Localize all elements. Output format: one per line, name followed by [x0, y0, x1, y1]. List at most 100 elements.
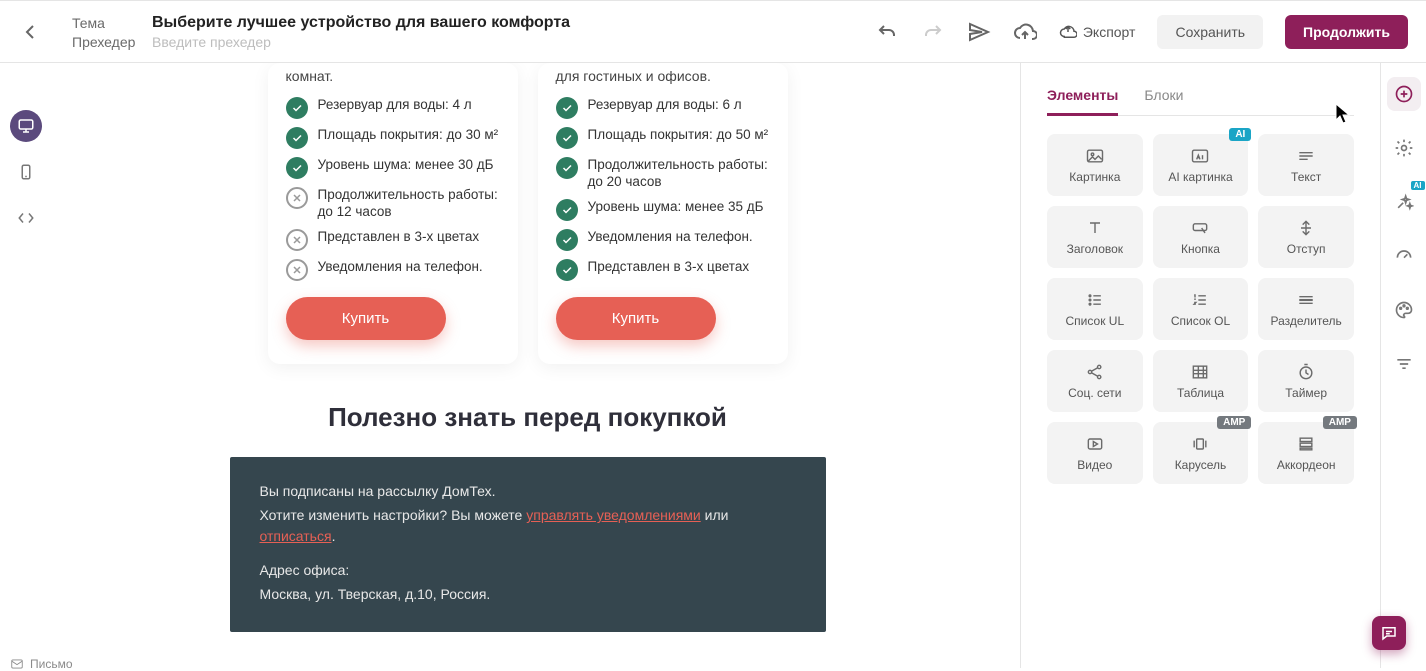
- check-icon: [286, 97, 308, 119]
- element-video[interactable]: Видео: [1047, 422, 1143, 484]
- video-icon: [1085, 434, 1105, 454]
- ol-icon: [1190, 290, 1210, 310]
- theme-button[interactable]: [1387, 293, 1421, 327]
- bottom-hint: Письмо: [10, 657, 73, 671]
- heading-icon: [1085, 218, 1105, 238]
- email-canvas[interactable]: комнат. Резервуар для воды: 4 л Площадь …: [55, 63, 1000, 668]
- redo-button: [921, 20, 945, 44]
- cross-icon: [286, 229, 308, 251]
- button-icon: [1190, 218, 1210, 238]
- element-spacer[interactable]: Отступ: [1258, 206, 1354, 268]
- card2-buy-button[interactable]: Купить: [556, 297, 716, 340]
- card2-feat-6: Представлен в 3-х цветах: [556, 258, 770, 281]
- timer-icon: [1296, 362, 1316, 382]
- element-ol[interactable]: Список OL: [1153, 278, 1249, 340]
- ul-icon: [1085, 290, 1105, 310]
- cloud-upload-icon[interactable]: [1013, 20, 1037, 44]
- element-timer[interactable]: Таймер: [1258, 350, 1354, 412]
- subject-block: Тема Выберите лучшее устройство для ваше…: [72, 14, 570, 50]
- cross-icon: [286, 187, 308, 209]
- email-page: комнат. Резервуар для воды: 4 л Площадь …: [56, 63, 1000, 632]
- ai-image-icon: [1190, 146, 1210, 166]
- sidebar-tabs: Элементы Блоки: [1047, 77, 1354, 116]
- element-table[interactable]: Таблица: [1153, 350, 1249, 412]
- card1-desc: комнат.: [286, 63, 500, 86]
- element-accordion[interactable]: AMP Аккордеон: [1258, 422, 1354, 484]
- send-test-button[interactable]: [967, 20, 991, 44]
- card2-desc: для гостиных и офисов.: [556, 63, 770, 86]
- product-card-2: для гостиных и офисов. Резервуар для вод…: [538, 63, 788, 364]
- element-heading[interactable]: Заголовок: [1047, 206, 1143, 268]
- view-desktop-button[interactable]: [10, 110, 42, 142]
- export-button[interactable]: Экспорт: [1059, 23, 1136, 41]
- card2-feat-2: Площадь покрытия: до 50 м²: [556, 126, 770, 149]
- subject-label: Тема: [72, 15, 132, 31]
- element-social[interactable]: Соц. сети: [1047, 350, 1143, 412]
- card1-feat-1: Резервуар для воды: 4 л: [286, 96, 500, 119]
- product-card-1: комнат. Резервуар для воды: 4 л Площадь …: [268, 63, 518, 364]
- check-icon: [556, 259, 578, 281]
- footer-address: Москва, ул. Тверская, д.10, Россия.: [260, 584, 796, 604]
- card1-feat-4: Продолжительность работы: до 12 часов: [286, 186, 500, 221]
- continue-button[interactable]: Продолжить: [1285, 15, 1408, 49]
- tab-blocks[interactable]: Блоки: [1144, 77, 1183, 115]
- undo-button[interactable]: [875, 20, 899, 44]
- card1-feat-3: Уровень шума: менее 30 дБ: [286, 156, 500, 179]
- product-cards-row: комнат. Резервуар для воды: 4 л Площадь …: [56, 63, 1000, 364]
- card2-feat-3: Продолжительность работы: до 20 часов: [556, 156, 770, 191]
- chat-button[interactable]: [1372, 616, 1406, 650]
- card1-feat-2: Площадь покрытия: до 30 м²: [286, 126, 500, 149]
- preheader-input[interactable]: Введите прехедер: [152, 34, 271, 50]
- speed-button[interactable]: [1387, 239, 1421, 273]
- footer-line-2: Хотите изменить настройки? Вы можете упр…: [260, 505, 796, 546]
- card1-feat-5: Представлен в 3-х цветах: [286, 228, 500, 251]
- footer-line-1: Вы подписаны на рассылку ДомТех.: [260, 481, 796, 501]
- card2-feat-4: Уровень шума: менее 35 дБ: [556, 198, 770, 221]
- unsubscribe-link[interactable]: отписаться: [260, 528, 332, 544]
- check-icon: [556, 157, 578, 179]
- element-text[interactable]: Текст: [1258, 134, 1354, 196]
- view-mobile-button[interactable]: [10, 156, 42, 188]
- card1-buy-button[interactable]: Купить: [286, 297, 446, 340]
- ai-badge: AI: [1229, 128, 1251, 141]
- subject-value[interactable]: Выберите лучшее устройство для вашего ко…: [152, 14, 570, 32]
- filters-button[interactable]: [1387, 347, 1421, 381]
- section-title: Полезно знать перед покупкой: [56, 402, 1000, 433]
- preheader-label: Прехедер: [72, 34, 132, 50]
- footer-address-label: Адрес офиса:: [260, 560, 796, 580]
- element-button[interactable]: Кнопка: [1153, 206, 1249, 268]
- card1-feat-6: Уведомления на телефон.: [286, 258, 500, 281]
- carousel-icon: [1190, 434, 1210, 454]
- table-icon: [1190, 362, 1210, 382]
- elements-grid: Картинка AI AI картинка Текст Заголовок …: [1047, 134, 1354, 484]
- manage-notifications-link[interactable]: управлять уведомлениями: [526, 507, 701, 523]
- amp-badge: AMP: [1217, 416, 1251, 429]
- spacer-icon: [1296, 218, 1316, 238]
- element-divider[interactable]: Разделитель: [1258, 278, 1354, 340]
- card2-feat-5: Уведомления на телефон.: [556, 228, 770, 251]
- save-button[interactable]: Сохранить: [1157, 15, 1263, 49]
- left-rail: [6, 110, 46, 234]
- ai-magic-button[interactable]: AI: [1387, 185, 1421, 219]
- element-ul[interactable]: Список UL: [1047, 278, 1143, 340]
- amp-badge: AMP: [1323, 416, 1357, 429]
- export-label: Экспорт: [1083, 24, 1136, 40]
- cross-icon: [286, 259, 308, 281]
- back-button[interactable]: [18, 20, 42, 44]
- elements-sidebar: Элементы Блоки Картинка AI AI картинка Т…: [1020, 63, 1380, 668]
- element-image[interactable]: Картинка: [1047, 134, 1143, 196]
- check-icon: [556, 97, 578, 119]
- settings-button[interactable]: [1387, 131, 1421, 165]
- add-element-button[interactable]: [1387, 77, 1421, 111]
- tab-elements[interactable]: Элементы: [1047, 77, 1118, 116]
- accordion-icon: [1296, 434, 1316, 454]
- view-code-button[interactable]: [10, 202, 42, 234]
- check-icon: [556, 127, 578, 149]
- bottom-hint-label: Письмо: [30, 657, 73, 671]
- element-carousel[interactable]: AMP Карусель: [1153, 422, 1249, 484]
- card2-feat-1: Резервуар для воды: 6 л: [556, 96, 770, 119]
- top-bar: Тема Выберите лучшее устройство для ваше…: [0, 0, 1426, 63]
- element-ai-image[interactable]: AI AI картинка: [1153, 134, 1249, 196]
- email-footer: Вы подписаны на рассылку ДомТех. Хотите …: [230, 457, 826, 632]
- check-icon: [556, 229, 578, 251]
